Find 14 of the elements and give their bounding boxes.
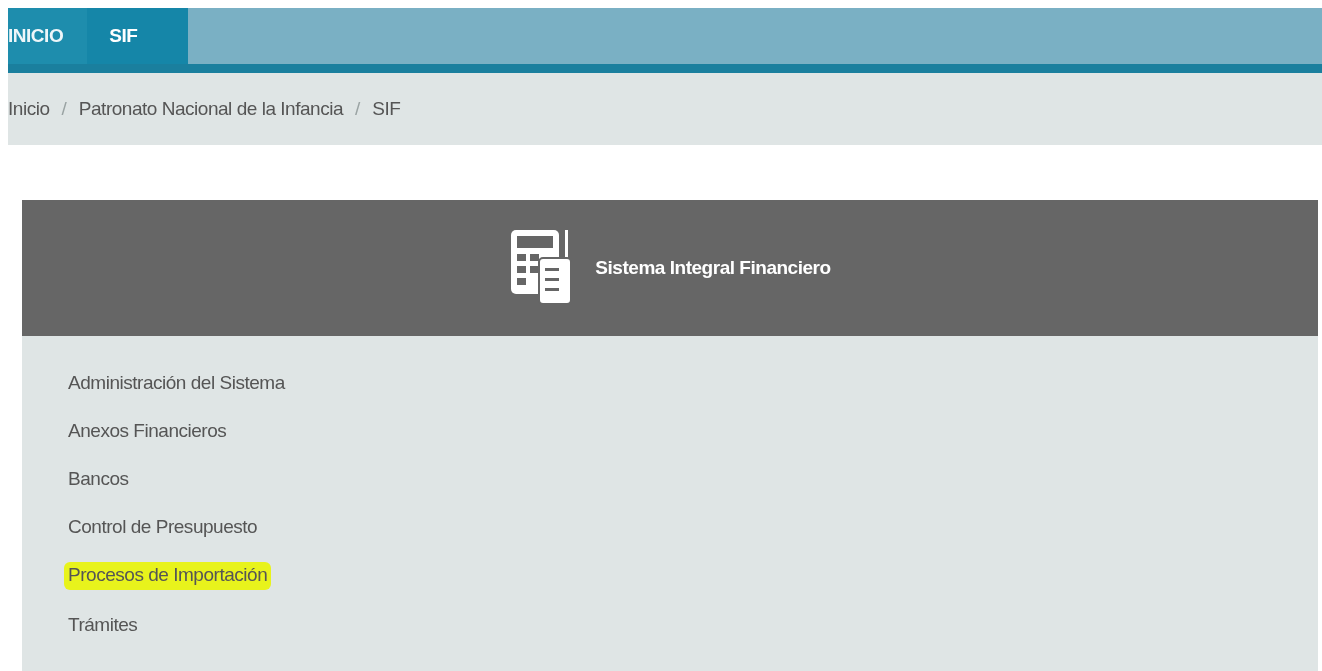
menu-link[interactable]: Bancos	[68, 466, 129, 492]
breadcrumb-separator: /	[355, 96, 361, 121]
nav-tab[interactable]: SIF	[87, 8, 188, 64]
menu-link[interactable]: Trámites	[68, 612, 138, 638]
menu-link[interactable]: Control de Presupuesto	[68, 514, 258, 540]
breadcrumb-link[interactable]: Patronato Nacional de la Infancia	[78, 94, 344, 124]
menu-link[interactable]: Administración del Sistema	[68, 370, 285, 396]
breadcrumb-separator: /	[61, 96, 67, 121]
breadcrumb-link[interactable]: SIF	[372, 94, 401, 124]
menu-link[interactable]: Procesos de Importación	[64, 562, 272, 590]
breadcrumb-link[interactable]: Inicio	[8, 94, 50, 124]
panel-title: Sistema Integral Financiero	[595, 255, 831, 280]
menu-link[interactable]: Anexos Financieros	[68, 418, 227, 444]
nav-tab[interactable]: INICIO	[8, 8, 88, 64]
